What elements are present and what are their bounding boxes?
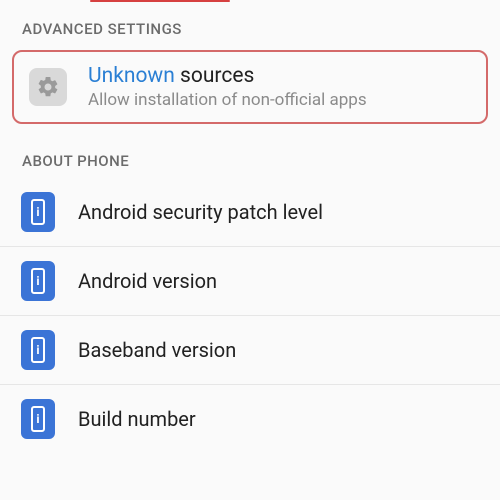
item-unknown-sources[interactable]: Unknown sources Allow installation of no… xyxy=(12,50,488,124)
item-label: Baseband version xyxy=(78,338,236,362)
gear-icon xyxy=(28,67,68,107)
info-icon: i xyxy=(18,261,58,301)
info-icon: i xyxy=(18,399,58,439)
section-header-advanced: ADVANCED SETTINGS xyxy=(0,2,500,46)
title-rest: sources xyxy=(175,64,255,88)
item-label: Build number xyxy=(78,407,196,431)
item-title: Unknown sources xyxy=(88,64,367,88)
item-label: Android version xyxy=(78,269,217,293)
item-subtitle: Allow installation of non-official apps xyxy=(88,90,367,110)
item-text: Unknown sources Allow installation of no… xyxy=(88,64,367,110)
item-security-patch[interactable]: i Android security patch level xyxy=(0,178,500,246)
info-icon: i xyxy=(18,330,58,370)
item-android-version[interactable]: i Android version xyxy=(0,247,500,315)
item-build-number[interactable]: i Build number xyxy=(0,385,500,453)
title-accent: Unknown xyxy=(88,64,175,88)
item-label: Android security patch level xyxy=(78,200,323,224)
info-icon: i xyxy=(18,192,58,232)
item-baseband-version[interactable]: i Baseband version xyxy=(0,316,500,384)
section-header-about: ABOUT PHONE xyxy=(0,134,500,178)
